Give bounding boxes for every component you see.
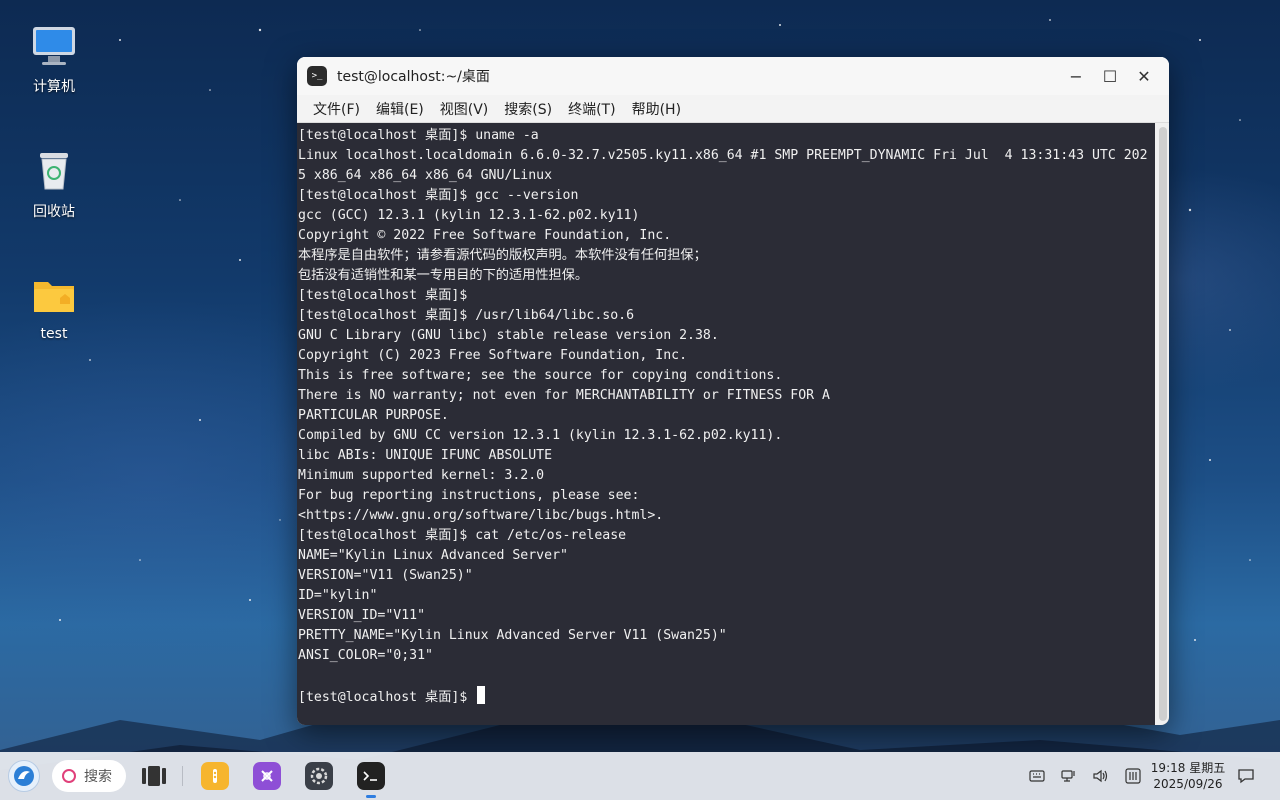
terminal-line: Copyright (C) 2023 Free Software Foundat… [298, 348, 688, 363]
menu-edit[interactable]: 编辑(E) [368, 99, 432, 119]
terminal-line: [test@localhost 桌面]$ uname -a [298, 128, 539, 143]
terminal-line: libc ABIs: UNIQUE IFUNC ABSOLUTE [298, 448, 553, 463]
terminal-output[interactable]: [test@localhost 桌面]$ uname -a Linux loca… [297, 123, 1169, 725]
terminal-line: [test@localhost 桌面]$ /usr/lib64/libc.so.… [298, 308, 635, 323]
minimize-icon: − [1069, 66, 1083, 86]
terminal-line: NAME="Kylin Linux Advanced Server" [298, 548, 568, 563]
computer-icon [30, 22, 78, 70]
taskbar-app-settings[interactable] [305, 762, 333, 790]
terminal-line: 本程序是自由软件；请参看源代码的版权声明。本软件没有任何担保； [298, 248, 707, 263]
terminal-line: GNU C Library (GNU libc) stable release … [298, 328, 719, 343]
taskbar-clock[interactable]: 19:18 星期五 2025/09/26 [1148, 760, 1228, 792]
clock-date: 2025/09/26 [1153, 777, 1223, 791]
keyboard-icon [1029, 770, 1045, 782]
maximize-icon: ☐ [1102, 66, 1118, 86]
terminal-prompt: [test@localhost 桌面]$ [298, 690, 476, 705]
terminal-line: [test@localhost 桌面]$ cat /etc/os-release [298, 528, 627, 543]
desktop-icon-label: 计算机 [33, 79, 75, 95]
taskbar: 搜索 19:18 星期五 2025/09/26 [0, 752, 1280, 800]
tray-volume[interactable] [1092, 768, 1110, 784]
terminal-line: This is free software; see the source fo… [298, 368, 783, 383]
terminal-line: For bug reporting instructions, please s… [298, 488, 640, 503]
taskbar-search[interactable]: 搜索 [52, 760, 126, 792]
terminal-prompt-line: [test@localhost 桌面]$ [298, 686, 1169, 706]
kylin-logo-icon [14, 766, 34, 786]
terminal-app-icon: >_ [307, 66, 327, 86]
terminal-line: Linux localhost.localdomain 6.6.0-32.7.v… [298, 148, 1148, 163]
desktop-icon-label: 回收站 [33, 204, 75, 220]
menu-view[interactable]: 视图(V) [432, 99, 497, 119]
terminal-line: 5 x86_64 x86_64 x86_64 GNU/Linux [298, 168, 553, 183]
close-icon: ✕ [1137, 66, 1151, 86]
network-icon [1061, 770, 1075, 782]
scrollbar-thumb[interactable] [1159, 127, 1167, 721]
control-center-icon [1125, 768, 1141, 784]
trash-icon [30, 147, 78, 195]
taskbar-app-files[interactable] [201, 762, 229, 790]
terminal-icon [363, 771, 377, 781]
settings-icon [310, 767, 328, 785]
multitask-view-icon [142, 766, 166, 786]
terminal-line: Minimum supported kernel: 3.2.0 [298, 468, 545, 483]
desktop-icon-computer[interactable]: 计算机 [9, 22, 99, 96]
terminal-line: 包括没有适销性和某一专用目的下的适用性担保。 [298, 268, 589, 283]
desktop-icon-test-folder[interactable]: test [9, 272, 99, 342]
file-manager-icon [213, 769, 217, 783]
volume-icon [1093, 769, 1108, 783]
menu-help[interactable]: 帮助(H) [624, 99, 689, 119]
tray-network[interactable] [1060, 768, 1078, 784]
minimize-button[interactable]: − [1059, 61, 1093, 91]
terminal-line: [test@localhost 桌面]$ [298, 288, 468, 303]
active-app-indicator [366, 795, 376, 798]
window-title: test@localhost:~/桌面 [337, 69, 490, 85]
taskbar-app-terminal[interactable] [357, 762, 385, 790]
clock-time: 19:18 星期五 [1150, 761, 1226, 775]
terminal-line: VERSION_ID="V11" [298, 608, 426, 623]
terminal-line: gcc (GCC) 12.3.1 (kylin 12.3.1-62.p02.ky… [298, 208, 640, 223]
menu-terminal[interactable]: 终端(T) [560, 99, 623, 119]
tray-keyboard[interactable] [1028, 768, 1046, 784]
terminal-window: >_ test@localhost:~/桌面 − ☐ ✕ 文件(F) 编辑(E)… [297, 57, 1169, 725]
close-button[interactable]: ✕ [1127, 61, 1161, 91]
taskbar-separator [182, 766, 183, 786]
taskbar-app-store[interactable] [253, 762, 281, 790]
notification-center-button[interactable] [1236, 768, 1256, 784]
terminal-line: PRETTY_NAME="Kylin Linux Advanced Server… [298, 628, 727, 643]
terminal-line: VERSION="V11 (Swan25)" [298, 568, 473, 583]
multitask-view-button[interactable] [140, 762, 168, 790]
window-titlebar[interactable]: >_ test@localhost:~/桌面 − ☐ ✕ [297, 57, 1169, 95]
terminal-line: [test@localhost 桌面]$ gcc --version [298, 188, 579, 203]
search-label: 搜索 [84, 769, 112, 785]
menu-file[interactable]: 文件(F) [305, 99, 368, 119]
terminal-cursor [477, 686, 486, 704]
terminal-line: Copyright © 2022 Free Software Foundatio… [298, 228, 672, 243]
folder-icon [30, 272, 78, 320]
maximize-button[interactable]: ☐ [1093, 61, 1127, 91]
terminal-line: <https://www.gnu.org/software/libc/bugs.… [298, 508, 664, 523]
menu-search[interactable]: 搜索(S) [496, 99, 560, 119]
desktop-icon-trash[interactable]: 回收站 [9, 147, 99, 221]
desktop-icon-label: test [40, 326, 68, 342]
search-icon [62, 769, 76, 783]
app-store-icon [261, 770, 273, 782]
terminal-line: PARTICULAR PURPOSE. [298, 408, 449, 423]
tray-control-center[interactable] [1124, 768, 1142, 784]
terminal-line: There is NO warranty; not even for MERCH… [298, 388, 830, 403]
terminal-line: ANSI_COLOR="0;31" [298, 648, 433, 663]
notification-icon [1238, 769, 1254, 784]
terminal-line: Compiled by GNU CC version 12.3.1 (kylin… [298, 428, 783, 443]
window-controls: − ☐ ✕ [1059, 57, 1161, 95]
start-menu-button[interactable] [8, 760, 40, 792]
window-menubar: 文件(F) 编辑(E) 视图(V) 搜索(S) 终端(T) 帮助(H) [297, 95, 1169, 123]
terminal-line: ID="kylin" [298, 588, 378, 603]
